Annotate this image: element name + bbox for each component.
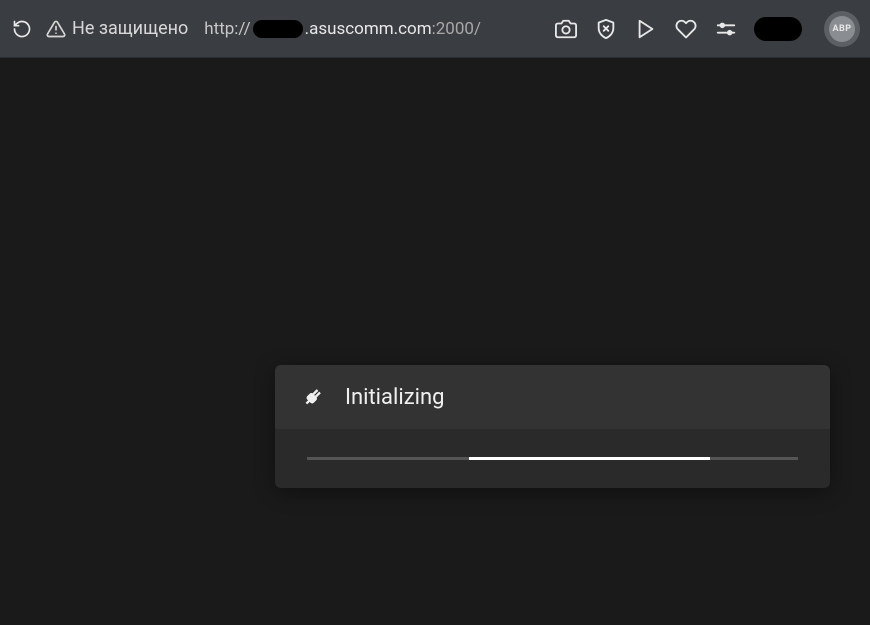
security-label-text: Не защищено	[72, 18, 188, 39]
plug-icon	[299, 383, 327, 411]
address-bar[interactable]: http:// .asuscomm.com:2000/	[204, 19, 481, 39]
browser-toolbar: Не защищено http:// .asuscomm.com:2000/	[0, 0, 870, 58]
loading-modal: Initializing	[275, 365, 830, 488]
modal-title: Initializing	[345, 385, 444, 410]
progress-bar	[307, 457, 798, 460]
reload-icon[interactable]	[10, 17, 34, 41]
sliders-icon[interactable]	[714, 17, 738, 41]
shield-x-icon[interactable]	[594, 17, 618, 41]
url-redacted-segment	[253, 20, 303, 38]
url-protocol: http://	[204, 19, 250, 39]
progress-indicator	[469, 457, 710, 460]
send-icon[interactable]	[634, 17, 658, 41]
url-domain: .asuscomm.com	[305, 19, 432, 39]
heart-icon[interactable]	[674, 17, 698, 41]
warning-icon	[46, 19, 66, 39]
modal-body	[275, 429, 830, 488]
redacted-extension	[754, 17, 802, 41]
toolbar-right-group: ABP	[554, 11, 860, 47]
page-content: Initializing	[0, 58, 870, 625]
extension-badge[interactable]: ABP	[824, 11, 860, 47]
security-status[interactable]: Не защищено	[46, 18, 188, 39]
camera-icon[interactable]	[554, 17, 578, 41]
modal-header: Initializing	[275, 365, 830, 429]
url-port: :2000/	[432, 19, 481, 39]
extension-badge-label: ABP	[829, 16, 855, 42]
